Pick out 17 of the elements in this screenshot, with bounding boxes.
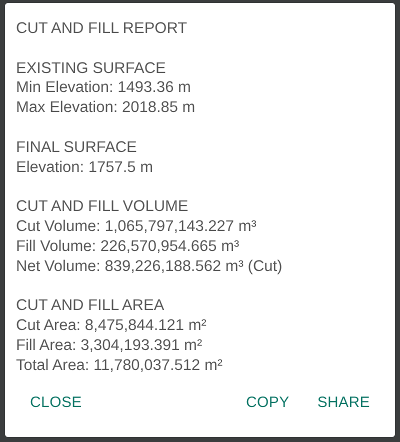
section-heading: FINAL SURFACE <box>16 138 137 158</box>
report-line: Fill Volume: 226,570,954.665 m³ <box>16 236 240 257</box>
report-line: Cut Volume: 1,065,797,143.227 m³ <box>16 216 256 237</box>
report-line: Cut Area: 8,475,844.121 m² <box>16 316 206 336</box>
section-heading: CUT AND FILL VOLUME <box>16 197 188 217</box>
report-line: Net Volume: 839,226,188.562 m³ (Cut) <box>16 256 282 276</box>
dialog-title: CUT AND FILL REPORT <box>16 19 188 39</box>
section-heading: CUT AND FILL AREA <box>16 296 164 316</box>
action-button[interactable]: SHARE <box>303 387 384 419</box>
report-line: Fill Area: 3,304,193.391 m² <box>16 336 202 356</box>
report-line: Max Elevation: 2018.85 m <box>16 98 196 118</box>
report-line: Min Elevation: 1493.36 m <box>16 78 191 98</box>
action-button[interactable]: CLOSE <box>16 387 96 419</box>
report-line: Elevation: 1757.5 m <box>16 158 154 178</box>
action-button[interactable]: COPY <box>232 387 304 419</box>
report-line: Total Area: 11,780,037.512 m² <box>16 356 223 376</box>
section-heading: EXISTING SURFACE <box>16 58 166 78</box>
